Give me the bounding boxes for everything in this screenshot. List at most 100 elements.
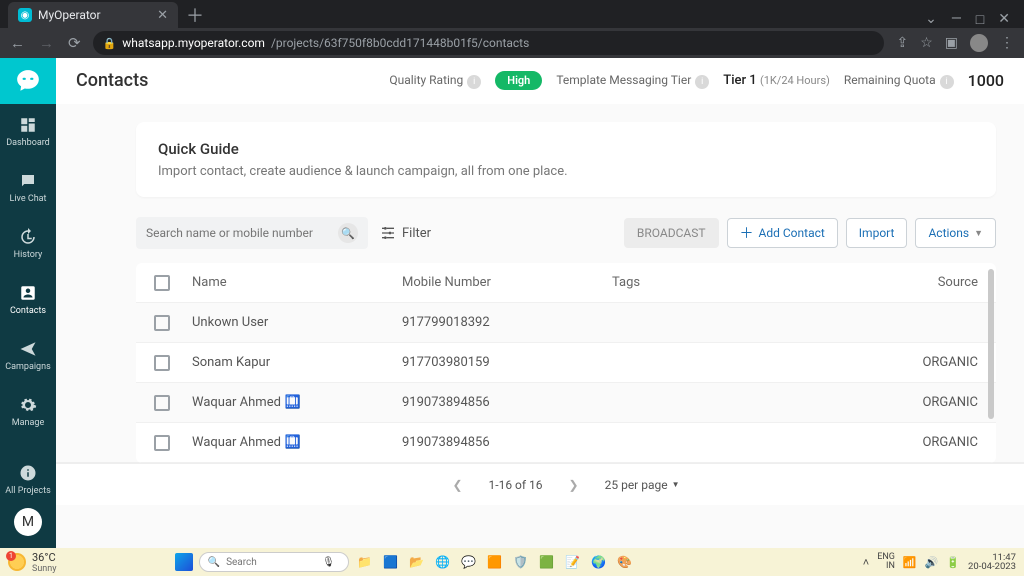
lock-icon: 🔒 [103, 37, 117, 50]
taskbar-app-icon[interactable]: 🟩 [537, 552, 557, 572]
windows-taskbar: 1 36°C Sunny 🔍 🎙 📁 🟦 📂 🌐 💬 🟧 🛡️ 🟩 📝 🌍 🎨 … [0, 548, 1024, 576]
select-all-checkbox[interactable] [154, 275, 170, 291]
app-logo[interactable] [0, 58, 56, 104]
taskbar-app-icon[interactable]: 🟦 [381, 552, 401, 572]
info-icon[interactable]: i [467, 75, 481, 89]
browser-tab[interactable]: ◉ MyOperator ✕ [8, 2, 178, 28]
cell-name: Unkown User [192, 315, 402, 330]
sidebar-item-label: History [14, 250, 43, 260]
pager-range: 1-16 of 16 [489, 478, 543, 492]
sidebar-item-live-chat[interactable]: Live Chat [0, 160, 56, 216]
extensions-icon[interactable]: ▣ [945, 35, 958, 51]
table-row[interactable]: Unkown User917799018392 [136, 303, 996, 343]
tray-wifi-icon[interactable]: 📶 [903, 556, 917, 569]
tab-close-icon[interactable]: ✕ [157, 8, 168, 23]
sidebar-item-label: Manage [12, 418, 44, 428]
tray-battery-icon[interactable]: 🔋 [946, 556, 960, 569]
sidebar-item-label: All Projects [5, 486, 50, 496]
taskbar-weather[interactable]: 1 36°C Sunny [8, 551, 57, 574]
contacts-table: Name Mobile Number Tags Source Unkown Us… [136, 263, 996, 463]
sidebar-item-campaigns[interactable]: Campaigns [0, 328, 56, 384]
cell-source: ORGANIC [898, 355, 978, 370]
quick-guide-title: Quick Guide [158, 140, 974, 158]
taskbar-app-icon[interactable]: 📂 [407, 552, 427, 572]
row-checkbox[interactable] [154, 435, 170, 451]
taskbar-app-icon[interactable]: 🌐 [433, 552, 453, 572]
taskbar-app-icon[interactable]: 🎨 [615, 552, 635, 572]
phone-icon [15, 68, 41, 94]
import-button[interactable]: Import [846, 218, 908, 248]
search-icon[interactable]: 🔍 [338, 223, 358, 243]
chrome-menu-icon[interactable]: ⋮ [1000, 35, 1014, 51]
add-contact-button[interactable]: ＋Add Contact [727, 218, 838, 248]
taskbar-app-icon[interactable]: 📁 [355, 552, 375, 572]
sidebar-item-label: Live Chat [10, 194, 47, 204]
row-checkbox[interactable] [154, 315, 170, 331]
table-pager: ❮ 1-16 of 16 ❯ 25 per page ▼ [56, 463, 1024, 505]
cell-mobile: 917799018392 [402, 315, 612, 330]
address-bar[interactable]: 🔒 whatsapp.myoperator.com/projects/63f75… [93, 31, 885, 55]
profile-button[interactable]: M [14, 508, 42, 536]
sidebar-item-all-projects[interactable]: All Projects [0, 452, 56, 508]
taskbar-search[interactable]: 🔍 🎙 [199, 552, 349, 572]
nav-reload-icon[interactable]: ⟳ [68, 34, 81, 52]
browser-tab-strip: ◉ MyOperator ✕ ＋ ⌄ — □ ✕ [0, 0, 1024, 28]
info-icon[interactable]: i [695, 75, 709, 89]
per-page-select[interactable]: 25 per page ▼ [605, 478, 680, 492]
sidebar-item-dashboard[interactable]: Dashboard [0, 104, 56, 160]
profile-avatar-icon[interactable] [970, 34, 988, 52]
sidebar-item-history[interactable]: History [0, 216, 56, 272]
table-row[interactable]: Waquar Ahmed🛄919073894856ORGANIC [136, 423, 996, 463]
pager-prev-icon[interactable]: ❮ [452, 478, 462, 492]
window-close-icon[interactable]: ✕ [998, 11, 1010, 28]
search-mic-icon[interactable]: 🎙 [322, 557, 335, 568]
table-row[interactable]: Sonam Kapur917703980159ORGANIC [136, 343, 996, 383]
col-source: Source [898, 275, 978, 290]
weather-temp: 36°C [32, 551, 57, 564]
taskbar-search-input[interactable] [226, 557, 316, 568]
share-icon[interactable]: ⇪ [896, 35, 908, 51]
bookmark-icon[interactable]: ☆ [920, 35, 933, 51]
window-maximize-icon[interactable]: □ [976, 11, 984, 28]
sidebar-item-label: Contacts [10, 306, 46, 316]
sidebar-item-label: Campaigns [5, 362, 50, 372]
nav-back-icon[interactable]: ← [10, 34, 25, 52]
scrollbar[interactable] [988, 269, 994, 419]
taskbar-app-icon[interactable]: 💬 [459, 552, 479, 572]
search-box[interactable]: 🔍 [136, 217, 368, 249]
campaigns-icon [19, 340, 37, 358]
taskbar-app-icon[interactable]: 🛡️ [511, 552, 531, 572]
taskbar-app-icon[interactable]: 📝 [563, 552, 583, 572]
sidebar-item-contacts[interactable]: Contacts [0, 272, 56, 328]
taskbar-app-icon[interactable]: 🌍 [589, 552, 609, 572]
cell-name: Waquar Ahmed🛄 [192, 395, 402, 410]
tray-language[interactable]: ENGIN [877, 553, 895, 571]
tray-volume-icon[interactable]: 🔊 [925, 556, 939, 569]
window-minimize2-icon[interactable]: — [951, 11, 962, 28]
pager-next-icon[interactable]: ❯ [569, 478, 579, 492]
search-icon: 🔍 [208, 557, 220, 568]
history-icon [19, 228, 37, 246]
info-icon[interactable]: i [940, 75, 954, 89]
actions-button[interactable]: Actions▼ [915, 218, 996, 248]
new-tab-button[interactable]: ＋ [178, 2, 212, 28]
window-minimize-icon[interactable]: ⌄ [925, 11, 937, 28]
tray-chevron-icon[interactable]: ˄ [863, 556, 869, 569]
page-header: Contacts Quality Ratingi High Template M… [56, 58, 1024, 104]
tab-title: MyOperator [38, 8, 101, 22]
window-controls: ⌄ — □ ✕ [919, 11, 1016, 28]
nav-forward-icon[interactable]: → [39, 34, 54, 52]
row-checkbox[interactable] [154, 355, 170, 371]
quick-guide-card: Quick Guide Import contact, create audie… [136, 122, 996, 197]
row-checkbox[interactable] [154, 395, 170, 411]
search-input[interactable] [146, 226, 338, 240]
start-button[interactable] [175, 553, 193, 571]
table-row[interactable]: Waquar Ahmed🛄919073894856ORGANIC [136, 383, 996, 423]
tray-clock[interactable]: 11:4720-04-2023 [968, 553, 1016, 572]
cell-name: Sonam Kapur [192, 355, 402, 370]
filter-button[interactable]: Filter [380, 225, 431, 241]
sidebar-item-manage[interactable]: Manage [0, 384, 56, 440]
col-mobile: Mobile Number [402, 275, 612, 290]
sidebar: Dashboard Live Chat History Contacts Cam… [0, 58, 56, 548]
taskbar-app-icon[interactable]: 🟧 [485, 552, 505, 572]
